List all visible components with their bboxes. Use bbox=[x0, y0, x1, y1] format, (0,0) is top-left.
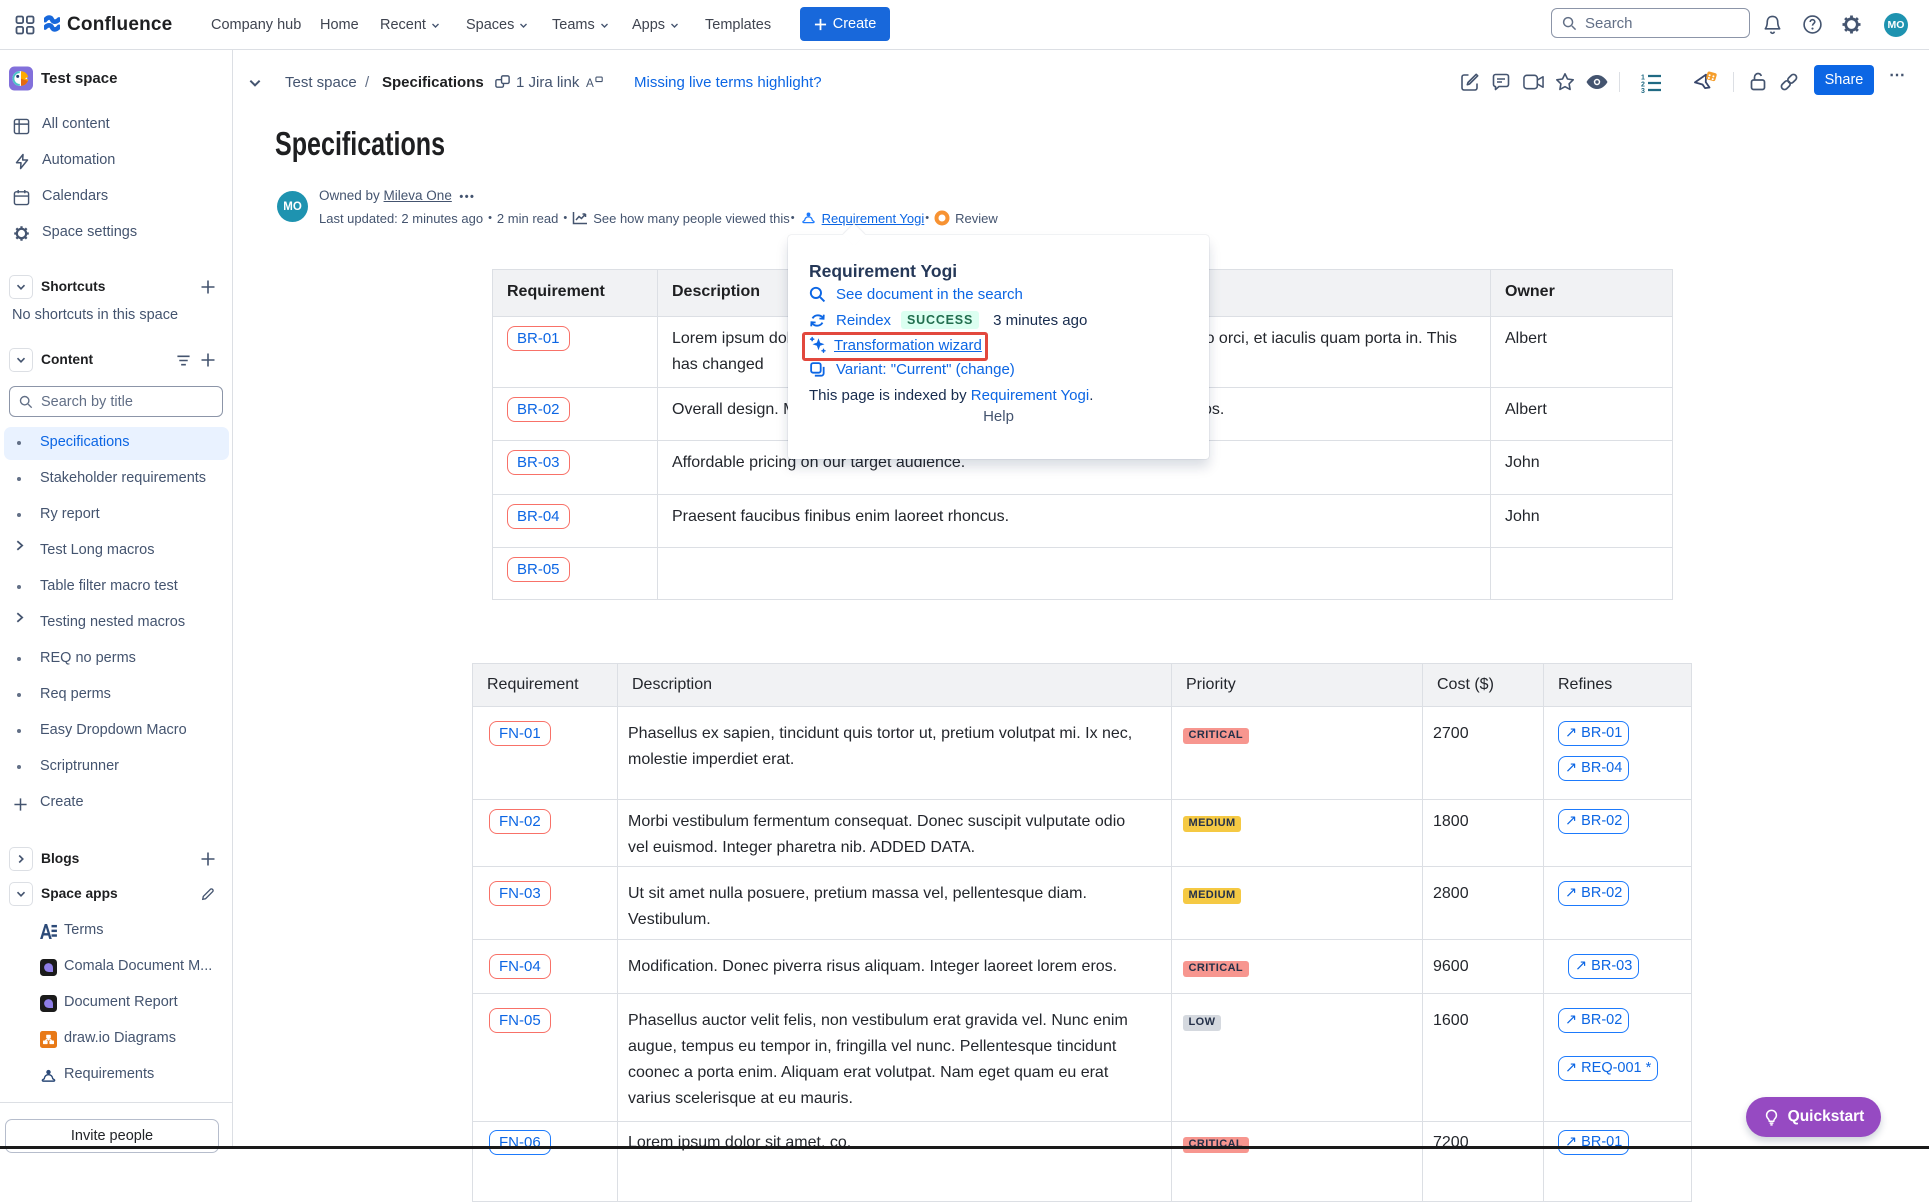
svg-text:3: 3 bbox=[1641, 88, 1645, 93]
svg-text:A: A bbox=[586, 77, 594, 90]
svg-text:1: 1 bbox=[1641, 75, 1645, 82]
